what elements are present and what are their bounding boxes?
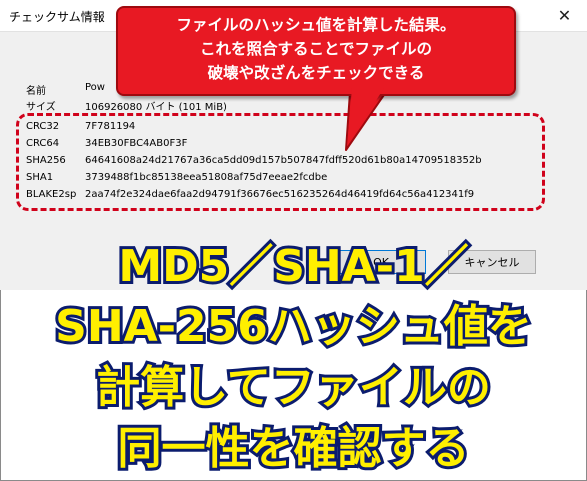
callout-bubble: ファイルのハッシュ値を計算した結果。 これを照合することでファイルの 破壊や改ざ… bbox=[116, 6, 516, 96]
callout-line: これを照合することでファイルの bbox=[199, 40, 433, 58]
size-value: 106926080 バイト (101 MiB) bbox=[85, 102, 227, 113]
caption-line: MD5／SHA-1／ bbox=[115, 238, 471, 295]
hash-highlight-box bbox=[16, 113, 545, 211]
window-title: チェックサム情報 bbox=[9, 10, 105, 24]
headline-caption: MD5／SHA-1／ SHA-256ハッシュ値を 計算してファイルの 同一性を確… bbox=[0, 230, 587, 481]
callout-line: 破壊や改ざんをチェックできる bbox=[207, 64, 425, 82]
callout-line: ファイルのハッシュ値を計算した結果。 bbox=[176, 16, 456, 34]
caption-line: 同一性を確認する bbox=[115, 420, 473, 477]
size-label: サイズ bbox=[26, 102, 56, 113]
name-label: 名前 bbox=[26, 86, 46, 97]
close-icon[interactable]: ✕ bbox=[542, 0, 587, 31]
name-value: Pow bbox=[85, 82, 105, 93]
caption-line: SHA-256ハッシュ値を bbox=[52, 298, 535, 355]
caption-line: 計算してファイルの bbox=[93, 359, 494, 416]
